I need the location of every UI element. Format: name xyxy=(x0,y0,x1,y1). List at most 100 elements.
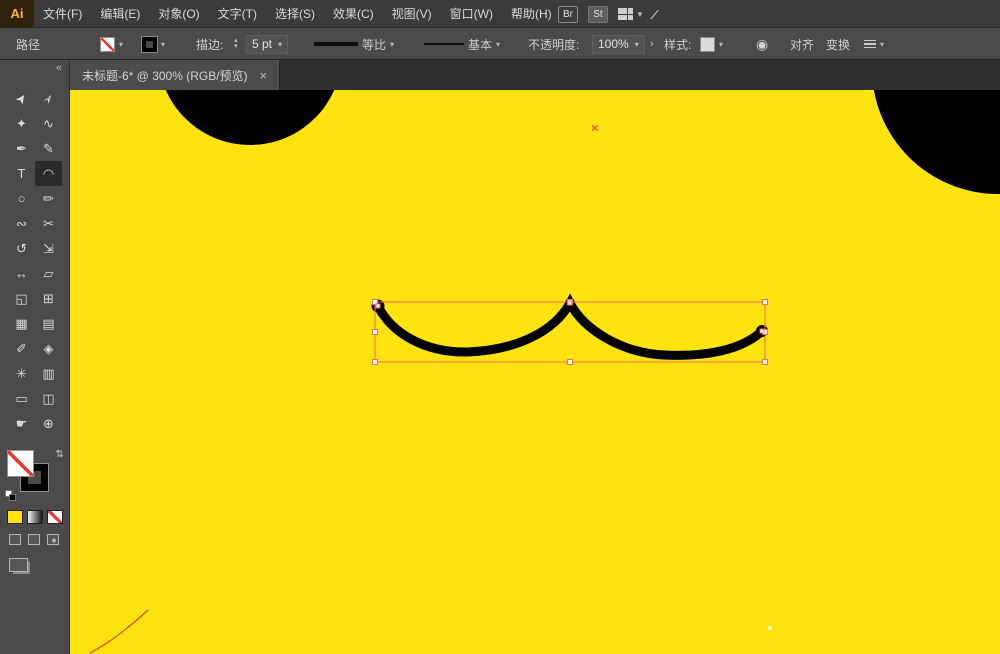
bridge-button[interactable]: Br xyxy=(558,6,578,23)
anchor-point-left[interactable] xyxy=(376,304,380,308)
shaper-tool[interactable]: ∾ xyxy=(8,211,35,236)
stroke-weight-dropdown[interactable]: 5 pt ▾ xyxy=(246,28,288,60)
opacity-dropdown[interactable]: 100% ▾ xyxy=(592,28,645,60)
symbol-sprayer-tool[interactable]: ✳ xyxy=(8,361,35,386)
tools-grid: ➤➢ ✦ ∿✒✎ T ◠○✏ ∾ ✂ ↺ ⇲↔ ▱ ◱⊞▦ ▤ ✐◈✳▥▭ ◫ ☛ ⊕ xyxy=(8,86,62,436)
artboard-canvas[interactable] xyxy=(70,90,1000,654)
stroke-weight-value: 5 pt xyxy=(252,37,272,51)
free-transform-tool-icon: ▱ xyxy=(44,266,54,282)
width-profile-value: 等比 xyxy=(362,36,386,53)
gradient-button[interactable] xyxy=(27,510,43,524)
selection-tool[interactable]: ➤ xyxy=(8,86,35,111)
magic-wand-tool-icon: ✦ xyxy=(16,116,27,132)
curvature-tool[interactable]: ◠ xyxy=(35,161,62,186)
draw-normal-icon[interactable] xyxy=(9,534,21,545)
menu-item-8[interactable]: 帮助(H) xyxy=(502,0,561,28)
blend-tool[interactable]: ◈ xyxy=(35,336,62,361)
handle-mid-left[interactable] xyxy=(373,330,378,335)
collapse-panel-button[interactable]: « xyxy=(56,62,62,74)
draw-behind-icon[interactable] xyxy=(28,534,40,545)
document-tab[interactable]: 未标题-6* @ 300% (RGB/预览) × xyxy=(70,60,280,90)
screen-mode-button[interactable] xyxy=(9,558,28,572)
menu-item-4[interactable]: 选择(S) xyxy=(266,0,324,28)
close-tab-button[interactable]: × xyxy=(260,68,268,83)
shape-builder-tool[interactable]: ◱ xyxy=(8,286,35,311)
type-tool[interactable]: T xyxy=(8,161,35,186)
handle-bottom-right[interactable] xyxy=(763,360,768,365)
pencil-tool[interactable]: ✎ xyxy=(35,136,62,161)
width-tool[interactable]: ↔ xyxy=(8,261,35,286)
chevron-down-icon: ▾ xyxy=(880,40,884,49)
opacity-panel-button[interactable]: › xyxy=(650,28,654,60)
color-button[interactable] xyxy=(7,510,23,524)
width-profile-dropdown[interactable]: 等比 ▾ xyxy=(314,28,394,60)
menu-bar-right: Br St ▼ ∕∕ xyxy=(558,0,654,28)
column-graph-tool[interactable]: ▥ xyxy=(35,361,62,386)
direct-selection-tool[interactable]: ➢ xyxy=(35,86,62,111)
hand-tool[interactable]: ☛ xyxy=(8,411,35,436)
chevron-down-icon: ▾ xyxy=(635,40,639,49)
default-fill-stroke-icon[interactable] xyxy=(5,490,17,502)
menu-item-7[interactable]: 窗口(W) xyxy=(441,0,502,28)
transform-button[interactable]: 变换 xyxy=(826,28,850,60)
lasso-tool[interactable]: ∿ xyxy=(35,111,62,136)
ellipse-tool[interactable]: ○ xyxy=(8,186,35,211)
align-button[interactable]: 对齐 xyxy=(790,28,814,60)
anchor-point-peak[interactable] xyxy=(568,301,572,305)
anchor-point-right[interactable] xyxy=(760,329,764,333)
stroke-color-dropdown[interactable]: ▾ xyxy=(142,28,165,60)
slice-tool-icon: ◫ xyxy=(42,391,54,407)
workspace-switcher[interactable]: ▼ xyxy=(618,8,644,20)
menu-item-3[interactable]: 文字(T) xyxy=(209,0,266,28)
handle-top-right[interactable] xyxy=(763,300,768,305)
brush-definition-dropdown[interactable]: 基本 ▾ xyxy=(424,28,500,60)
options-lines-icon xyxy=(864,40,876,49)
handle-bottom-mid[interactable] xyxy=(568,360,573,365)
draw-inside-icon[interactable] xyxy=(47,534,59,545)
swap-fill-stroke-icon[interactable]: ⇄ xyxy=(53,449,64,457)
shaper-tool-icon: ∾ xyxy=(16,216,27,232)
recolor-artwork-button[interactable]: ◉ xyxy=(756,28,768,60)
fill-color-dropdown[interactable]: ▾ xyxy=(100,28,123,60)
app-logo: Ai xyxy=(0,0,34,28)
mesh-tool[interactable]: ▦ xyxy=(8,311,35,336)
none-button[interactable] xyxy=(47,510,63,524)
artboard-tool[interactable]: ▭ xyxy=(8,386,35,411)
zoom-tool-icon: ⊕ xyxy=(43,416,54,432)
menu-item-0[interactable]: 文件(F) xyxy=(34,0,91,28)
rotate-tool[interactable]: ↺ xyxy=(8,236,35,261)
scissors-tool-icon: ✂ xyxy=(43,216,54,232)
gradient-tool-icon: ▤ xyxy=(42,316,54,332)
hand-tool-icon: ☛ xyxy=(16,416,28,432)
menu-item-6[interactable]: 视图(V) xyxy=(383,0,441,28)
eyedropper-tool[interactable]: ✐ xyxy=(8,336,35,361)
pen-tool[interactable]: ✒ xyxy=(8,136,35,161)
scale-tool[interactable]: ⇲ xyxy=(35,236,62,261)
paintbrush-tool[interactable]: ✏ xyxy=(35,186,62,211)
fill-proxy-swatch[interactable] xyxy=(7,450,34,477)
menu-items: 文件(F)编辑(E)对象(O)文字(T)选择(S)效果(C)视图(V)窗口(W)… xyxy=(34,0,561,28)
slice-tool[interactable]: ◫ xyxy=(35,386,62,411)
scissors-tool[interactable]: ✂ xyxy=(35,211,62,236)
menu-bar: Ai 文件(F)编辑(E)对象(O)文字(T)选择(S)效果(C)视图(V)窗口… xyxy=(0,0,1000,28)
panel-options-button[interactable]: ▾ xyxy=(864,28,884,60)
perspective-grid-tool[interactable]: ⊞ xyxy=(35,286,62,311)
zoom-tool[interactable]: ⊕ xyxy=(35,411,62,436)
opacity-label: 不透明度: xyxy=(528,28,579,60)
style-dropdown[interactable]: ▾ xyxy=(700,28,723,60)
gradient-tool[interactable]: ▤ xyxy=(35,311,62,336)
magic-wand-tool[interactable]: ✦ xyxy=(8,111,35,136)
rotate-tool-icon: ↺ xyxy=(16,241,27,257)
menu-item-5[interactable]: 效果(C) xyxy=(324,0,383,28)
stock-button[interactable]: St xyxy=(588,6,608,23)
artboard-background[interactable] xyxy=(70,90,1000,654)
free-transform-tool[interactable]: ▱ xyxy=(35,261,62,286)
color-mode-row xyxy=(7,510,63,524)
chevron-down-icon: ▾ xyxy=(161,40,165,49)
stroke-weight-stepper[interactable]: ▴▾ xyxy=(234,28,238,60)
chevron-down-icon: ▾ xyxy=(719,40,723,49)
menu-item-2[interactable]: 对象(O) xyxy=(149,0,208,28)
menu-item-1[interactable]: 编辑(E) xyxy=(91,0,149,28)
handle-bottom-left[interactable] xyxy=(373,360,378,365)
type-tool-icon: T xyxy=(18,166,26,181)
